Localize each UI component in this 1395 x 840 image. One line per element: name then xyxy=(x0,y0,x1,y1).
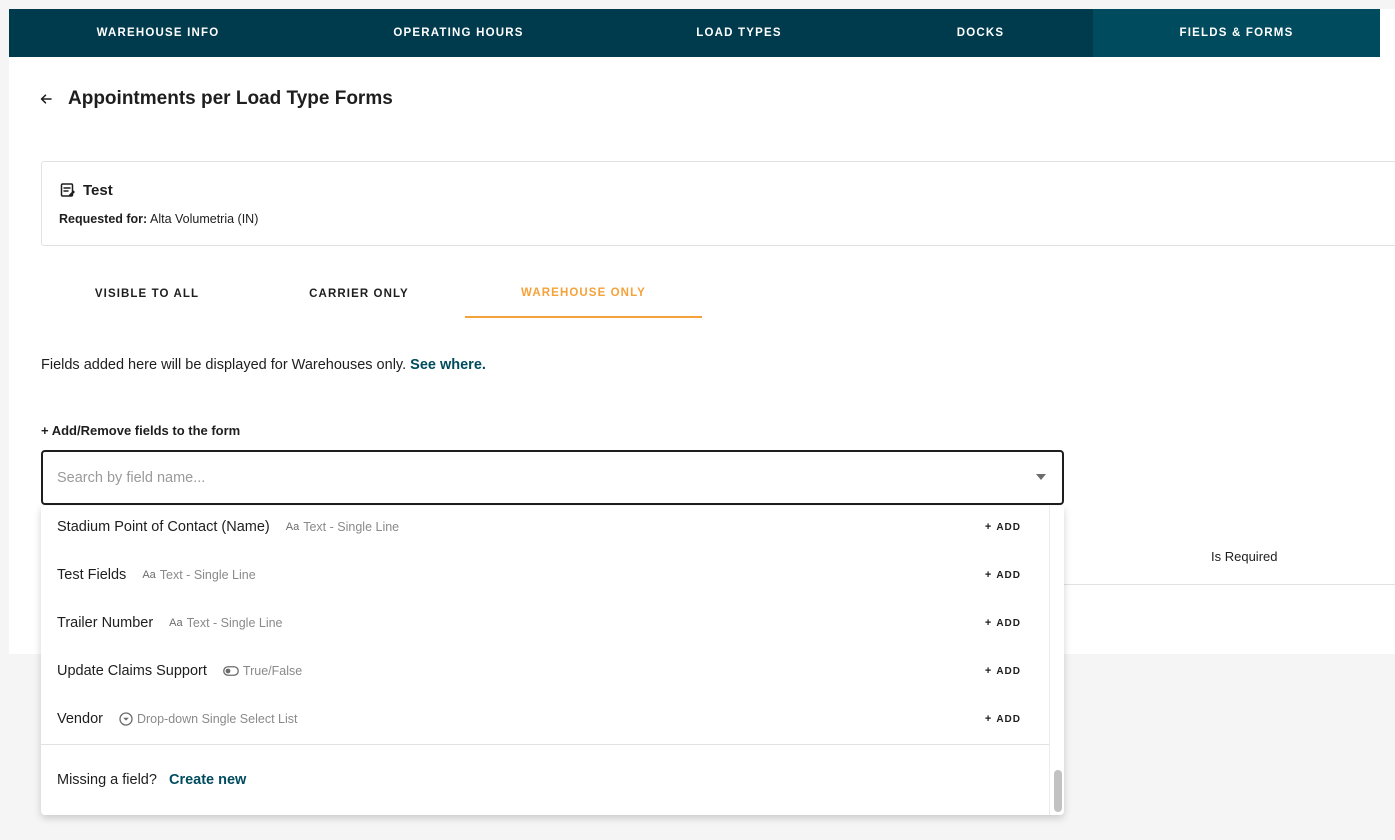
field-type-label: Drop-down Single Select List xyxy=(136,712,298,726)
tab-fields-forms[interactable]: FIELDS & FORMS xyxy=(1093,9,1380,57)
field-type: True/False xyxy=(223,664,302,678)
plus-icon: + xyxy=(984,617,993,629)
tab-visible-to-all[interactable]: VISIBLE TO ALL xyxy=(41,270,253,318)
list-item[interactable]: Stadium Point of Contact (Name) Aa Text … xyxy=(41,506,1049,551)
field-type: Aa Text - Single Line xyxy=(286,520,399,534)
requested-for: Requested for: Alta Volumetria (IN) xyxy=(59,212,258,226)
plus-icon: + xyxy=(984,713,993,725)
add-field-button[interactable]: + ADD xyxy=(985,713,1021,725)
help-text-body: Fields added here will be displayed for … xyxy=(41,357,407,373)
field-type-label: True/False xyxy=(242,664,303,678)
dropdown-divider xyxy=(41,744,1049,745)
scrollbar-thumb[interactable] xyxy=(1054,770,1062,812)
field-type: Aa Text - Single Line xyxy=(169,616,282,630)
tab-docks[interactable]: DOCKS xyxy=(868,9,1093,57)
caret-up-icon[interactable] xyxy=(1036,474,1046,480)
visibility-tabs: VISIBLE TO ALL CARRIER ONLY WAREHOUSE ON… xyxy=(41,270,702,318)
field-name: Vendor xyxy=(57,711,103,727)
tab-warehouse-info[interactable]: WAREHOUSE INFO xyxy=(9,9,307,57)
form-edit-icon xyxy=(59,181,77,199)
missing-field-text: Missing a field? xyxy=(57,772,157,788)
tab-operating-hours[interactable]: OPERATING HOURS xyxy=(307,9,610,57)
page-title: Appointments per Load Type Forms xyxy=(68,88,393,109)
card-title: Test xyxy=(83,181,113,199)
field-name: Trailer Number xyxy=(57,615,154,631)
add-field-button[interactable]: + ADD xyxy=(985,521,1021,533)
page-header: Appointments per Load Type Forms xyxy=(38,88,393,110)
list-item[interactable]: Trailer Number Aa Text - Single Line + AD… xyxy=(41,599,1049,647)
tab-load-types[interactable]: LOAD TYPES xyxy=(610,9,868,57)
tab-warehouse-only[interactable]: WAREHOUSE ONLY xyxy=(465,270,702,318)
see-where-link[interactable]: See where. xyxy=(410,357,486,373)
dropdown-footer: Missing a field? Create new xyxy=(57,772,246,788)
list-item[interactable]: Vendor Drop-down Single Select List + ADD xyxy=(41,695,1049,743)
text-icon: Aa xyxy=(169,617,183,629)
field-type-label: Text - Single Line xyxy=(186,616,283,630)
field-dropdown-list: Stadium Point of Contact (Name) Aa Text … xyxy=(41,506,1064,815)
help-text: Fields added here will be displayed for … xyxy=(41,357,486,373)
field-name: Update Claims Support xyxy=(57,663,207,679)
field-search-box[interactable] xyxy=(41,450,1064,505)
create-new-link[interactable]: Create new xyxy=(169,772,246,788)
field-type: Drop-down Single Select List xyxy=(119,712,298,726)
requested-for-value: Alta Volumetria (IN) xyxy=(150,212,259,226)
field-name: Stadium Point of Contact (Name) xyxy=(57,519,270,535)
field-search-input[interactable] xyxy=(57,467,1007,489)
is-required-header: Is Required xyxy=(1211,549,1278,564)
plus-icon: + xyxy=(984,665,993,677)
dropdown-scrollbar[interactable] xyxy=(1049,506,1064,815)
list-item[interactable]: Update Claims Support True/False + ADD xyxy=(41,647,1049,695)
field-name: Test Fields xyxy=(57,567,127,583)
field-type-label: Text - Single Line xyxy=(303,520,400,534)
top-nav: WAREHOUSE INFO OPERATING HOURS LOAD TYPE… xyxy=(9,9,1380,57)
plus-icon: + xyxy=(984,569,993,581)
text-icon: Aa xyxy=(285,521,300,533)
add-field-button[interactable]: + ADD xyxy=(985,569,1021,581)
requested-for-label: Requested for: xyxy=(59,212,148,226)
add-field-button[interactable]: + ADD xyxy=(985,665,1021,677)
card-title-row: Test xyxy=(59,181,113,199)
add-fields-label: + Add/Remove fields to the form xyxy=(41,423,241,438)
toggle-icon xyxy=(223,666,239,676)
text-icon: Aa xyxy=(142,569,156,581)
plus-icon: + xyxy=(984,521,993,533)
dropdown-circle-icon xyxy=(119,712,133,726)
add-field-button[interactable]: + ADD xyxy=(985,617,1021,629)
form-info-card: Test Requested for: Alta Volumetria (IN) xyxy=(41,161,1395,246)
back-arrow-icon[interactable] xyxy=(38,91,54,107)
list-item[interactable]: Test Fields Aa Text - Single Line + ADD xyxy=(41,551,1049,599)
field-type-label: Text - Single Line xyxy=(159,568,256,582)
tab-carrier-only[interactable]: CARRIER ONLY xyxy=(253,270,465,318)
field-type: Aa Text - Single Line xyxy=(142,568,255,582)
table-divider xyxy=(1064,584,1395,585)
